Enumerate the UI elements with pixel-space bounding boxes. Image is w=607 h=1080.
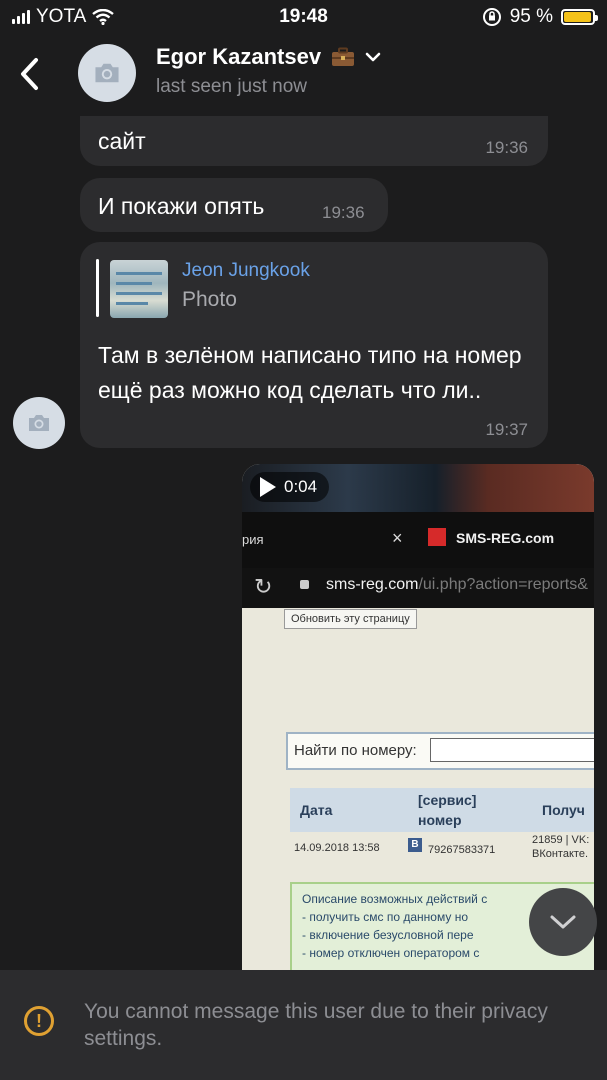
video-browser-tabbar: рия × SMS-REG.com (242, 512, 594, 568)
video-url-path: /ui.php?action=reports& (418, 576, 588, 593)
back-chevron-icon[interactable] (16, 54, 46, 94)
video-row-date: 14.09.2018 13:58 (294, 842, 380, 854)
reply-photo-thumbnail[interactable] (110, 260, 168, 318)
video-table-header: Дата [сервис] номер Получ (290, 788, 594, 832)
video-duration: 0:04 (284, 477, 318, 496)
video-reload-tooltip: Обновить эту страницу (284, 609, 417, 629)
video-search-input (430, 738, 594, 762)
video-tab-partial: рия (242, 532, 264, 547)
camera-icon (29, 415, 49, 431)
video-tab-title: SMS-REG.com (456, 530, 555, 546)
message-text: И покажи опять (98, 193, 265, 219)
privacy-notice-text: You cannot message this user due to thei… (84, 1000, 548, 1050)
video-th-received: Получ (542, 802, 585, 818)
chat-header: Egor Kazantsev last seen just now (0, 34, 607, 116)
lock-icon (300, 580, 309, 589)
chevron-down-icon (550, 915, 576, 929)
message-time: 19:36 (485, 138, 528, 157)
video-th-service: [сервис] (418, 792, 477, 808)
contact-name: Egor Kazantsev (156, 44, 322, 69)
reply-bar (96, 259, 99, 317)
chevron-down-icon[interactable] (365, 52, 381, 62)
video-row-extra: ВКонтакте. (532, 848, 588, 860)
video-url-bar: ↻ sms-reg.com/ui.php?action=reports& (242, 568, 594, 608)
reply-preview: Photo (182, 288, 237, 311)
video-note-line: - получить смс по данному но (302, 910, 468, 924)
privacy-notice: ! You cannot message this user due to th… (0, 970, 607, 1080)
message-time: 19:37 (485, 420, 528, 439)
video-th-number: номер (418, 812, 462, 828)
video-message[interactable]: рия × SMS-REG.com ↻ sms-reg.com/ui.php?a… (242, 464, 594, 970)
video-site-logo (428, 528, 446, 546)
sender-avatar[interactable] (13, 397, 65, 449)
reload-icon: ↻ (254, 574, 273, 599)
contact-status: last seen just now (156, 76, 308, 97)
video-row-service-badge: B (408, 838, 422, 852)
scroll-down-button[interactable] (529, 888, 597, 956)
video-tab-close: × (392, 528, 403, 548)
video-th-date: Дата (300, 802, 333, 818)
warning-icon: ! (24, 1006, 54, 1036)
battery-level (564, 12, 591, 22)
video-search-label: Найти по номеру: (294, 742, 417, 759)
video-search-box: Найти по номеру: (286, 732, 594, 770)
video-note-line: - номер отключен оператором с (302, 946, 480, 960)
video-row-number: 79267583371 (428, 844, 496, 856)
camera-icon (95, 63, 119, 83)
video-row-extra: 21859 | VK: (532, 834, 590, 846)
video-url: sms-reg.com/ui.php?action=reports& (326, 576, 588, 594)
reply-author: Jeon Jungkook (182, 260, 310, 281)
message-text: Там в зелёном написано типо на номер ещё… (98, 342, 522, 403)
briefcase-icon (332, 47, 355, 66)
video-note-line: Описание возможных действий с (302, 892, 488, 906)
message-time: 19:36 (322, 203, 365, 222)
video-table-row: 14.09.2018 13:58 B 79267583371 21859 | V… (290, 834, 594, 864)
message-text: сайт (98, 128, 146, 154)
battery-percent: 95 % (509, 6, 553, 27)
video-note-line: - включение безусловной пере (302, 928, 474, 942)
message-bubble-reply[interactable]: Jeon Jungkook Photo Там в зелёном написа… (80, 242, 548, 448)
video-duration-badge[interactable]: 0:04 (250, 472, 330, 502)
message-bubble[interactable]: И покажи опять 19:36 (80, 178, 388, 232)
orientation-lock-icon (482, 8, 501, 26)
video-url-host: sms-reg.com (326, 576, 419, 593)
contact-title[interactable]: Egor Kazantsev (156, 44, 381, 70)
play-icon (260, 477, 276, 497)
status-right: 95 % (482, 6, 598, 28)
battery-icon (561, 9, 598, 25)
status-bar: YOTA 19:48 95 % (0, 0, 607, 34)
contact-avatar[interactable] (78, 44, 136, 102)
